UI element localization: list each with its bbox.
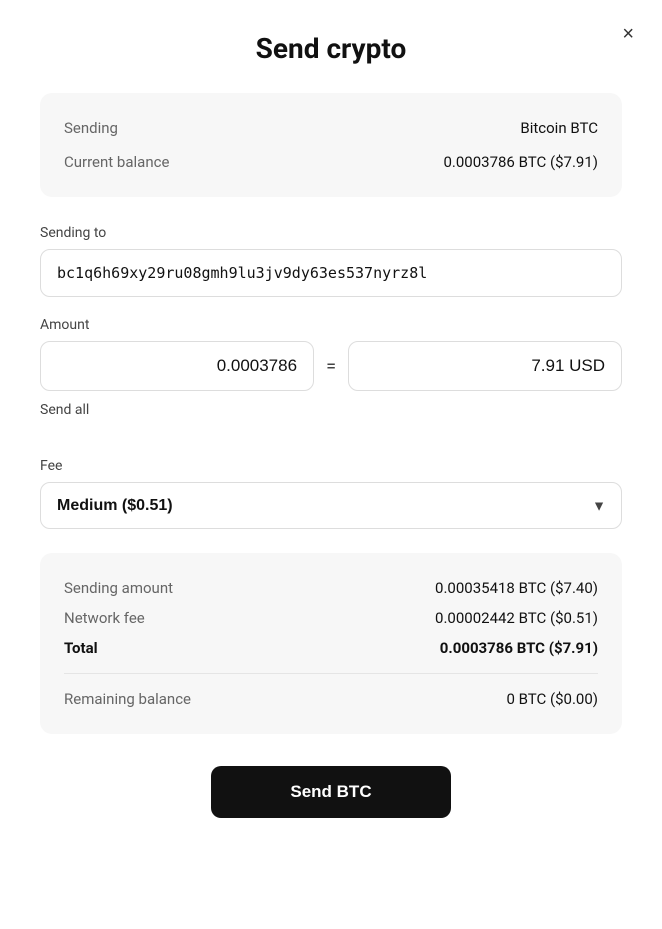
amount-label: Amount: [40, 317, 622, 333]
remaining-balance-row: Remaining balance 0 BTC ($0.00): [64, 684, 598, 714]
total-value: 0.0003786 BTC ($7.91): [440, 639, 598, 657]
btc-amount-input[interactable]: [40, 341, 314, 391]
sending-label: Sending: [64, 119, 118, 137]
summary-card: Sending amount 0.00035418 BTC ($7.40) Ne…: [40, 553, 622, 734]
fee-section: Fee Slow ($0.20) Medium ($0.51) Fast ($1…: [40, 458, 622, 529]
sending-to-section: Sending to: [40, 225, 622, 297]
equals-sign: =: [326, 356, 336, 377]
address-input[interactable]: [40, 249, 622, 297]
amount-section: Amount = Send all: [40, 317, 622, 438]
fee-select-wrapper: Slow ($0.20) Medium ($0.51) Fast ($1.00)…: [40, 482, 622, 529]
send-crypto-modal: × Send crypto Sending Bitcoin BTC Curren…: [0, 0, 662, 929]
info-card: Sending Bitcoin BTC Current balance 0.00…: [40, 93, 622, 197]
network-fee-label: Network fee: [64, 609, 145, 627]
fee-select[interactable]: Slow ($0.20) Medium ($0.51) Fast ($1.00): [40, 482, 622, 529]
total-label: Total: [64, 639, 98, 657]
send-all-link[interactable]: Send all: [40, 402, 89, 418]
sending-amount-row: Sending amount 0.00035418 BTC ($7.40): [64, 573, 598, 603]
usd-amount-input[interactable]: [348, 341, 622, 391]
balance-value: 0.0003786 BTC ($7.91): [443, 153, 598, 171]
balance-row: Current balance 0.0003786 BTC ($7.91): [64, 147, 598, 177]
total-row: Total 0.0003786 BTC ($7.91): [64, 633, 598, 663]
summary-divider: [64, 673, 598, 674]
remaining-balance-label: Remaining balance: [64, 690, 191, 708]
network-fee-value: 0.00002442 BTC ($0.51): [435, 609, 598, 627]
sending-amount-value: 0.00035418 BTC ($7.40): [435, 579, 598, 597]
fee-label: Fee: [40, 458, 622, 474]
sending-to-label: Sending to: [40, 225, 622, 241]
sending-value: Bitcoin BTC: [520, 119, 598, 137]
sending-row: Sending Bitcoin BTC: [64, 113, 598, 143]
balance-label: Current balance: [64, 153, 169, 171]
network-fee-row: Network fee 0.00002442 BTC ($0.51): [64, 603, 598, 633]
amount-row: =: [40, 341, 622, 391]
modal-title: Send crypto: [40, 32, 622, 65]
sending-amount-label: Sending amount: [64, 579, 173, 597]
remaining-balance-value: 0 BTC ($0.00): [506, 690, 598, 708]
send-btc-button[interactable]: Send BTC: [211, 766, 451, 818]
close-button[interactable]: ×: [618, 20, 638, 48]
